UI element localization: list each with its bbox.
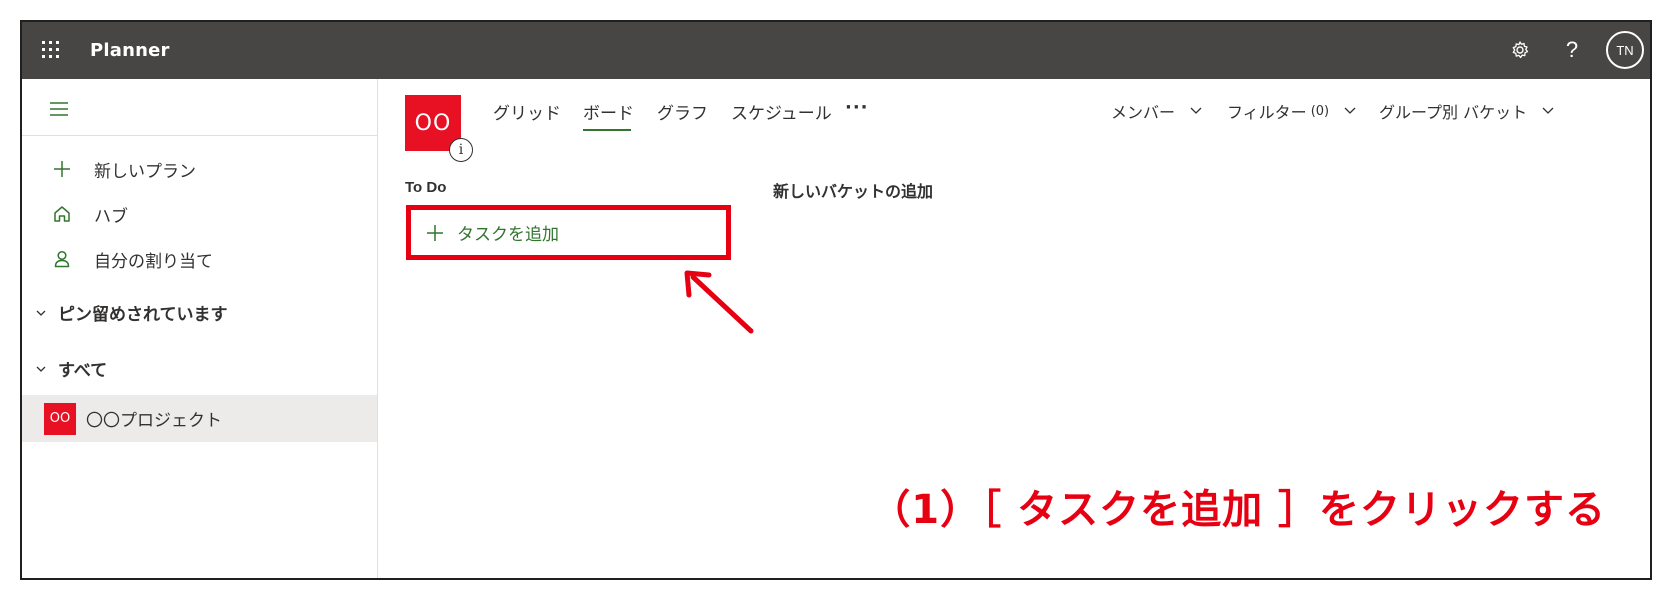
app-title[interactable]: Planner	[90, 40, 170, 61]
home-icon	[50, 202, 74, 226]
plan-thumbnail: OO	[44, 402, 76, 435]
sidebar-item-label: 新しいプラン	[94, 161, 196, 182]
group-by-dropdown[interactable]: グループ別 バケット	[1379, 99, 1555, 123]
tab-board[interactable]: ボード	[583, 99, 634, 124]
gear-icon[interactable]	[1506, 36, 1534, 64]
group-by-label: グループ別 バケット	[1379, 103, 1528, 122]
chevron-down-icon	[34, 305, 48, 319]
sidebar-item-label: ハブ	[94, 206, 128, 227]
active-tab-indicator	[583, 129, 631, 131]
top-bar: Planner ? TN	[22, 22, 1650, 79]
add-task-button[interactable]: タスクを追加	[406, 205, 731, 260]
avatar[interactable]: TN	[1606, 31, 1644, 69]
sidebar-divider	[22, 135, 377, 136]
help-icon[interactable]: ?	[1558, 36, 1586, 64]
sidebar-item-hub[interactable]: ハブ	[22, 194, 377, 234]
more-options-icon[interactable]: ···	[845, 97, 869, 118]
members-label: メンバー	[1111, 103, 1176, 122]
section-label: すべて	[58, 360, 108, 381]
chevron-down-icon	[1344, 107, 1356, 114]
chevron-down-icon	[1190, 107, 1202, 114]
filter-dropdown[interactable]: フィルター (0)	[1227, 99, 1357, 123]
sidebar: 新しいプラン ハブ 自分の割り当て ピン留めされています すべて OO 〇〇プロ…	[22, 79, 378, 578]
main-board: OO i グリッド ボード グラフ スケジュール ··· メンバー フィルター …	[379, 79, 1650, 578]
filter-count: (0)	[1310, 103, 1330, 119]
plus-icon	[425, 223, 445, 243]
section-pinned[interactable]: ピン留めされています	[22, 297, 377, 327]
sidebar-item-label: 自分の割り当て	[94, 251, 213, 272]
filter-label: フィルター	[1227, 103, 1307, 122]
tab-charts[interactable]: グラフ	[657, 99, 708, 124]
members-dropdown[interactable]: メンバー	[1111, 99, 1203, 123]
plan-name: 〇〇プロジェクト	[86, 411, 222, 431]
instruction-annotation: （1）［ タスクを追加 ］をクリックする	[870, 487, 1606, 533]
chevron-down-icon	[1542, 107, 1554, 114]
section-all[interactable]: すべて	[22, 353, 377, 383]
section-label: ピン留めされています	[58, 304, 228, 325]
hamburger-icon[interactable]	[48, 99, 70, 119]
chevron-down-icon	[34, 361, 48, 375]
person-icon	[50, 247, 74, 271]
sidebar-item-my-tasks[interactable]: 自分の割り当て	[22, 239, 377, 279]
info-icon[interactable]: i	[449, 138, 473, 162]
planner-window: Planner ? TN 新しいプラン ハブ 自分の割り当て ピン留めされていま…	[20, 20, 1652, 580]
sidebar-plan-item[interactable]: OO 〇〇プロジェクト	[22, 395, 377, 442]
tab-grid[interactable]: グリッド	[493, 99, 561, 124]
callout-arrow-icon	[684, 270, 754, 334]
app-launcher-icon[interactable]	[42, 41, 60, 59]
plus-icon	[50, 157, 74, 181]
add-new-bucket-button[interactable]: 新しいバケットの追加	[773, 178, 933, 202]
bucket-title[interactable]: To Do	[405, 179, 446, 196]
add-task-label: タスクを追加	[457, 225, 559, 245]
sidebar-item-new-plan[interactable]: 新しいプラン	[22, 149, 377, 189]
tab-schedule[interactable]: スケジュール	[731, 99, 832, 124]
